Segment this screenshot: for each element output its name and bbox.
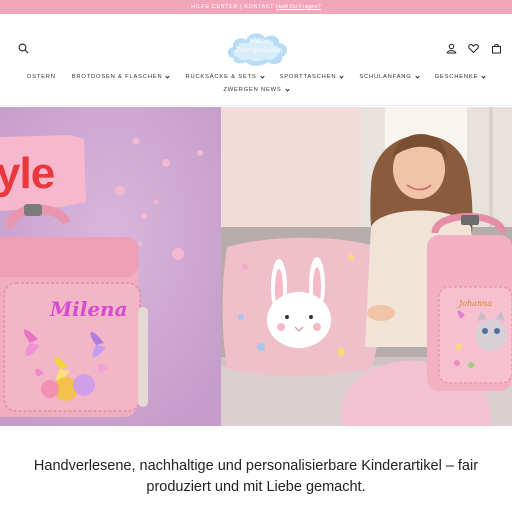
nav-item-ostern[interactable]: OSTERN xyxy=(19,74,64,80)
chevron-down-icon xyxy=(284,86,290,92)
nav-item-geschenke[interactable]: GESCHENKE xyxy=(427,73,494,80)
chevron-down-icon xyxy=(481,73,486,79)
site-header: Meine Zwergenladen OSTERN BROTDOSEN & FL… xyxy=(0,14,512,106)
hero-right-image: Johanna xyxy=(221,107,512,426)
announcement-link[interactable]: Hast Du Fragen? xyxy=(276,4,321,10)
logo[interactable]: Meine Zwergenladen xyxy=(224,28,294,68)
hero-left-text: yle xyxy=(0,149,55,198)
chevron-down-icon xyxy=(414,73,420,79)
logo-line1: Meine xyxy=(249,38,269,45)
nav-item-zwergen-news[interactable]: ZWERGEN NEWS xyxy=(215,86,296,93)
chevron-down-icon xyxy=(339,73,344,79)
announcement-text: HILFE CENTER | KONTAKT xyxy=(191,4,275,10)
nav-item-rucksaecke[interactable]: RUCKSÄCKE & SETS xyxy=(177,73,271,80)
nav-item-sporttaschen[interactable]: SPORTTASCHEN xyxy=(272,73,352,80)
chevron-down-icon xyxy=(165,73,171,79)
nav-item-schulanfang[interactable]: SCHULANFANG xyxy=(351,73,426,80)
cart-icon[interactable] xyxy=(489,41,503,55)
main-nav-row2: ZWERGEN NEWS xyxy=(0,86,512,93)
heart-icon[interactable] xyxy=(466,41,480,55)
account-icon[interactable] xyxy=(444,41,458,55)
tagline: Handverlesene, nachhaltige und personali… xyxy=(33,458,479,495)
chevron-down-icon xyxy=(259,73,265,79)
announcement-bar: HILFE CENTER | KONTAKT Hast Du Fragen? xyxy=(0,0,512,14)
main-nav: OSTERN BROTDOSEN & FLASCHEN RUCKSÄCKE & … xyxy=(0,73,512,80)
bag-name-left: Milena xyxy=(50,297,128,321)
logo-line2: Zwergenladen xyxy=(235,46,283,54)
hero-left-image: yle Milena xyxy=(0,107,221,426)
bag-name-right: Johanna xyxy=(459,299,493,308)
hero-banner[interactable]: yle Milena Johanna xyxy=(0,107,512,426)
nav-item-brotdosen[interactable]: BROTDOSEN & FLASCHEN xyxy=(64,73,178,80)
search-icon[interactable] xyxy=(16,41,30,55)
